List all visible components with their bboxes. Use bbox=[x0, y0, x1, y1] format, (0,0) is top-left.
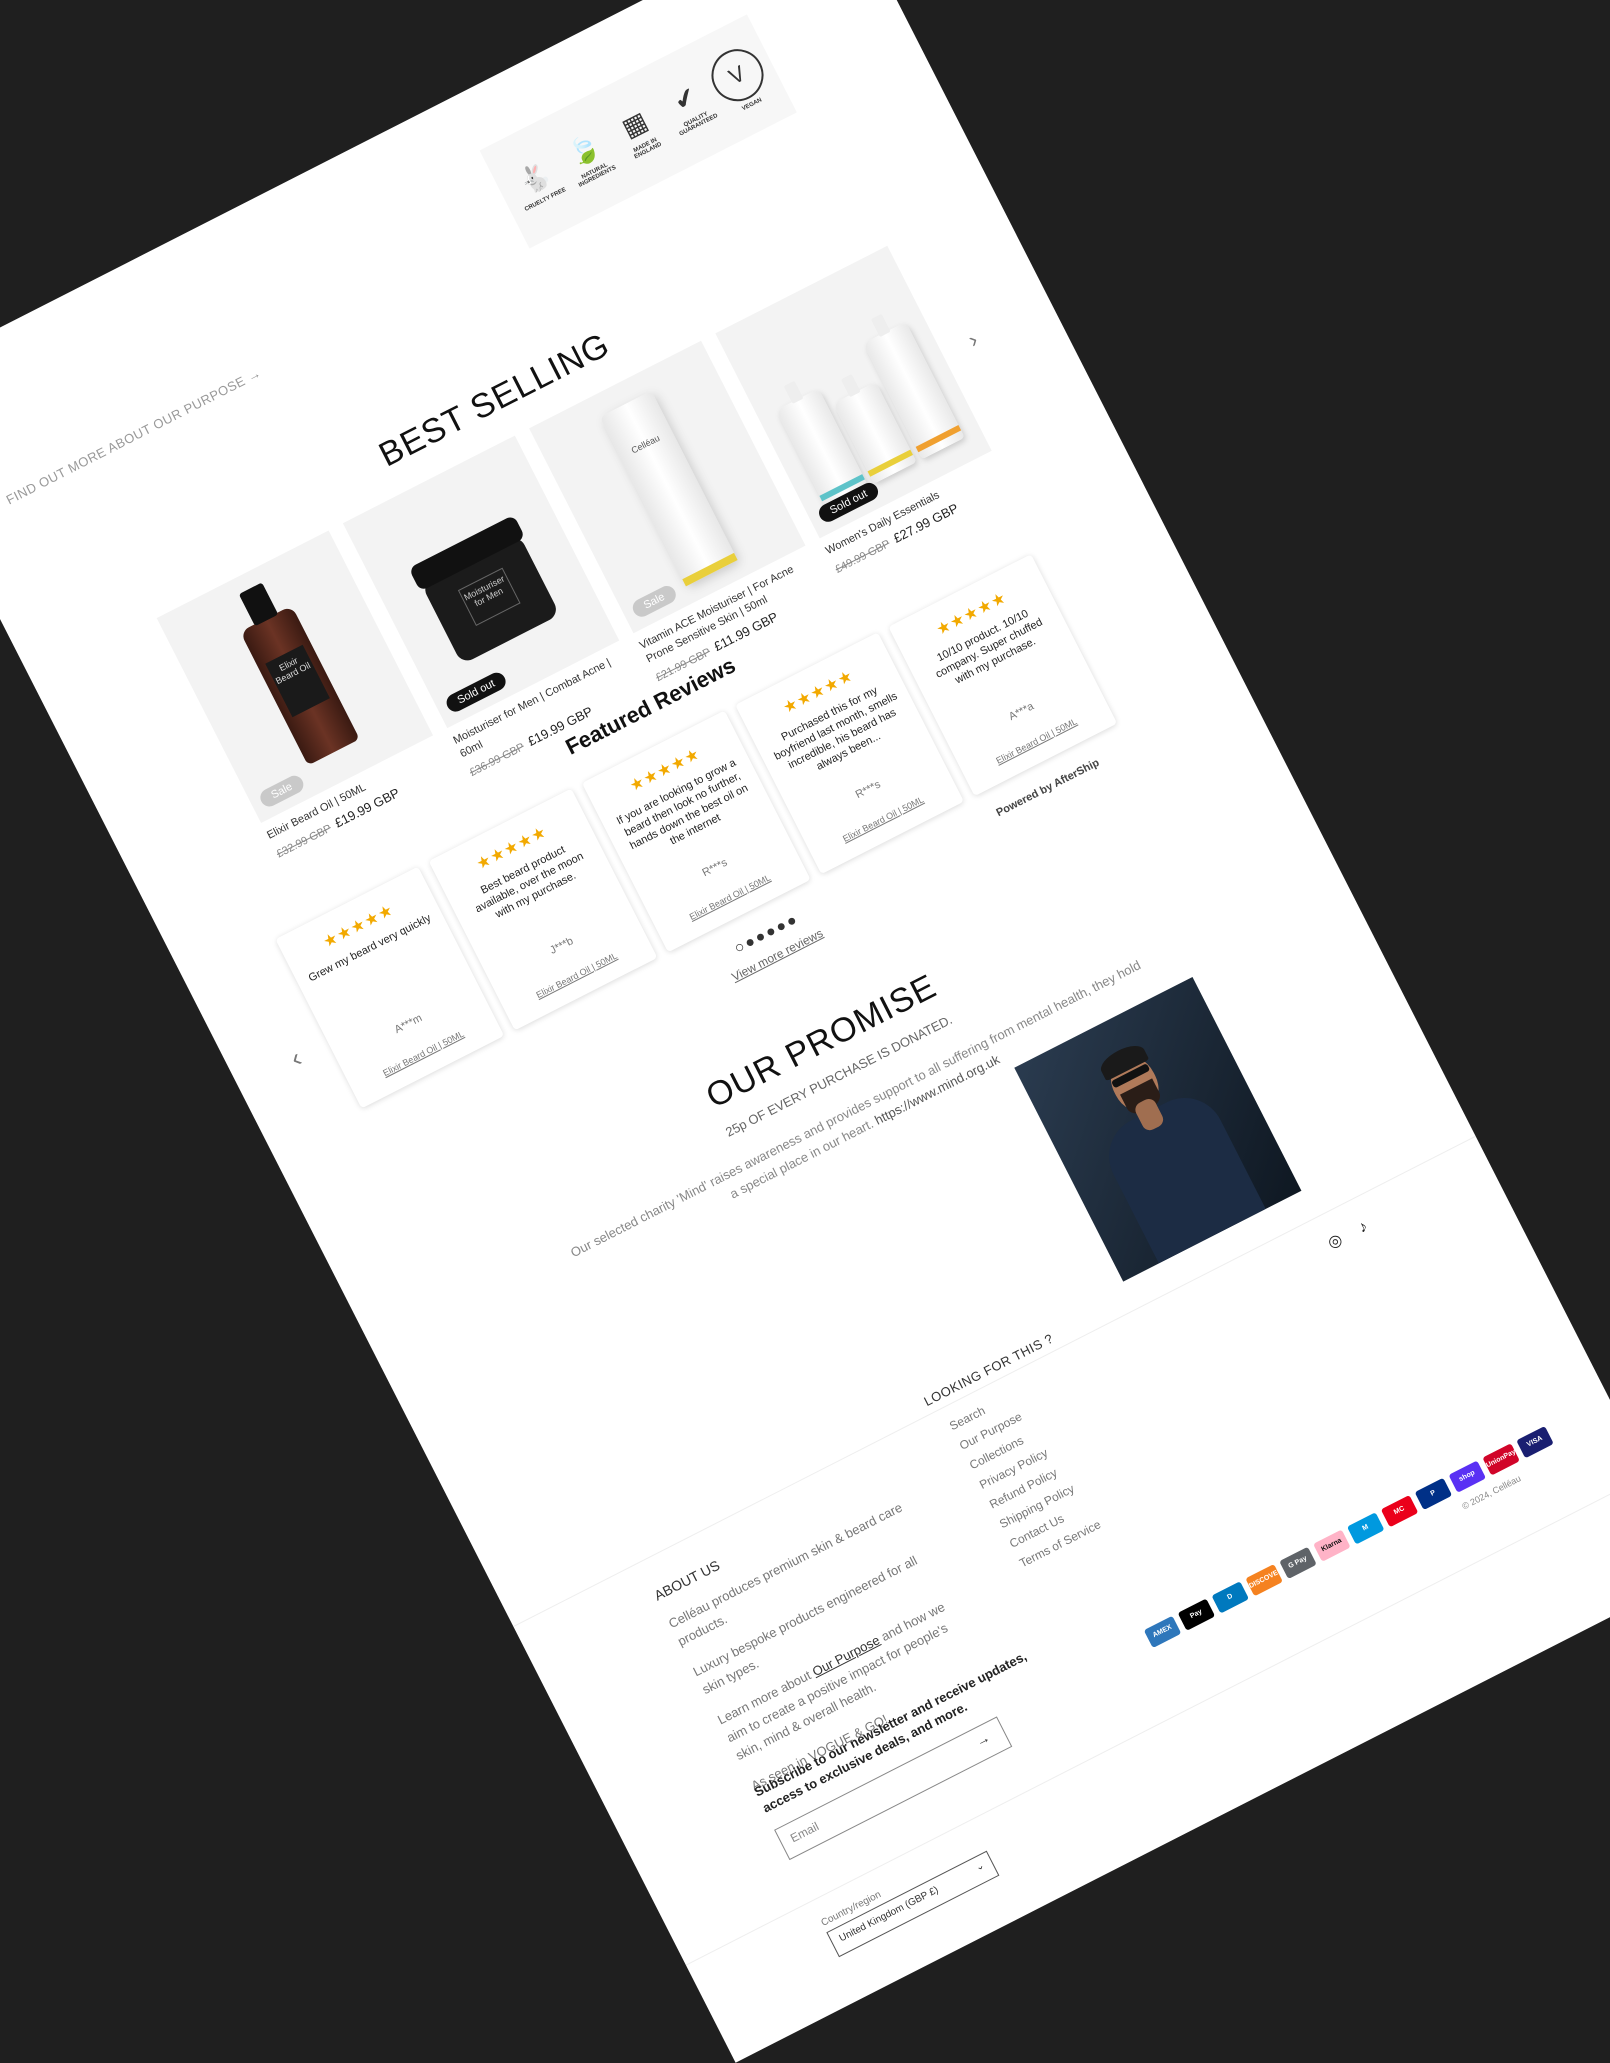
essentials-bottles bbox=[766, 321, 965, 509]
unionpay-icon: UnionPay bbox=[1482, 1443, 1520, 1476]
moisturiser-jar: Moisturiser for Men bbox=[420, 534, 560, 665]
shop-pay-icon: shop bbox=[1448, 1460, 1487, 1493]
chevron-down-icon[interactable]: ⌄ bbox=[974, 1860, 986, 1874]
review-author: J***b bbox=[548, 935, 576, 957]
maestro-icon: M bbox=[1346, 1512, 1385, 1545]
discover-icon: DISCOVER bbox=[1245, 1563, 1284, 1597]
google-pay-icon: G Pay bbox=[1279, 1546, 1317, 1580]
arrow-right-icon: → bbox=[244, 365, 264, 385]
review-author: A***m bbox=[392, 1012, 425, 1037]
purpose-link[interactable]: FIND OUT MORE ABOUT OUR PURPOSE → bbox=[4, 365, 264, 507]
trust-badges: 🐇 CRUELTY FREE 🍃 NATURAL INGREDIENTS ▦ M… bbox=[479, 14, 797, 249]
payment-icons: AMEX Pay D DISCOVER G Pay Klarna M MC P … bbox=[1143, 1425, 1554, 1649]
visa-icon: VISA bbox=[1516, 1425, 1554, 1459]
chevron-left-icon[interactable]: ‹ bbox=[285, 1043, 307, 1075]
mastercard-icon: MC bbox=[1380, 1494, 1419, 1528]
sale-badge: Sale bbox=[629, 582, 679, 620]
chevron-right-icon[interactable]: › bbox=[964, 327, 982, 353]
apple-pay-icon: Pay bbox=[1177, 1598, 1216, 1631]
vitamin-tube: Celléau bbox=[599, 390, 738, 587]
review-author: A***a bbox=[1006, 700, 1036, 724]
klarna-icon: Klarna bbox=[1313, 1529, 1351, 1562]
amex-icon: AMEX bbox=[1143, 1615, 1182, 1649]
social-links: ◎ ♪ bbox=[1324, 1216, 1371, 1253]
beard-oil-bottle: Elixir Beard Oil bbox=[239, 605, 360, 766]
paypal-icon: P bbox=[1414, 1477, 1453, 1511]
diners-icon: D bbox=[1211, 1581, 1250, 1614]
footer-links: Search Our Purpose Collections Privacy P… bbox=[945, 1377, 1105, 1574]
page: FIND OUT MORE ABOUT OUR PURPOSE → 🐇 CRUE… bbox=[0, 0, 1610, 2063]
sale-badge: Sale bbox=[257, 772, 307, 810]
tiktok-icon[interactable]: ♪ bbox=[1356, 1218, 1371, 1237]
instagram-icon[interactable]: ◎ bbox=[1325, 1231, 1345, 1252]
sold-out-badge: Sold out bbox=[443, 669, 510, 715]
